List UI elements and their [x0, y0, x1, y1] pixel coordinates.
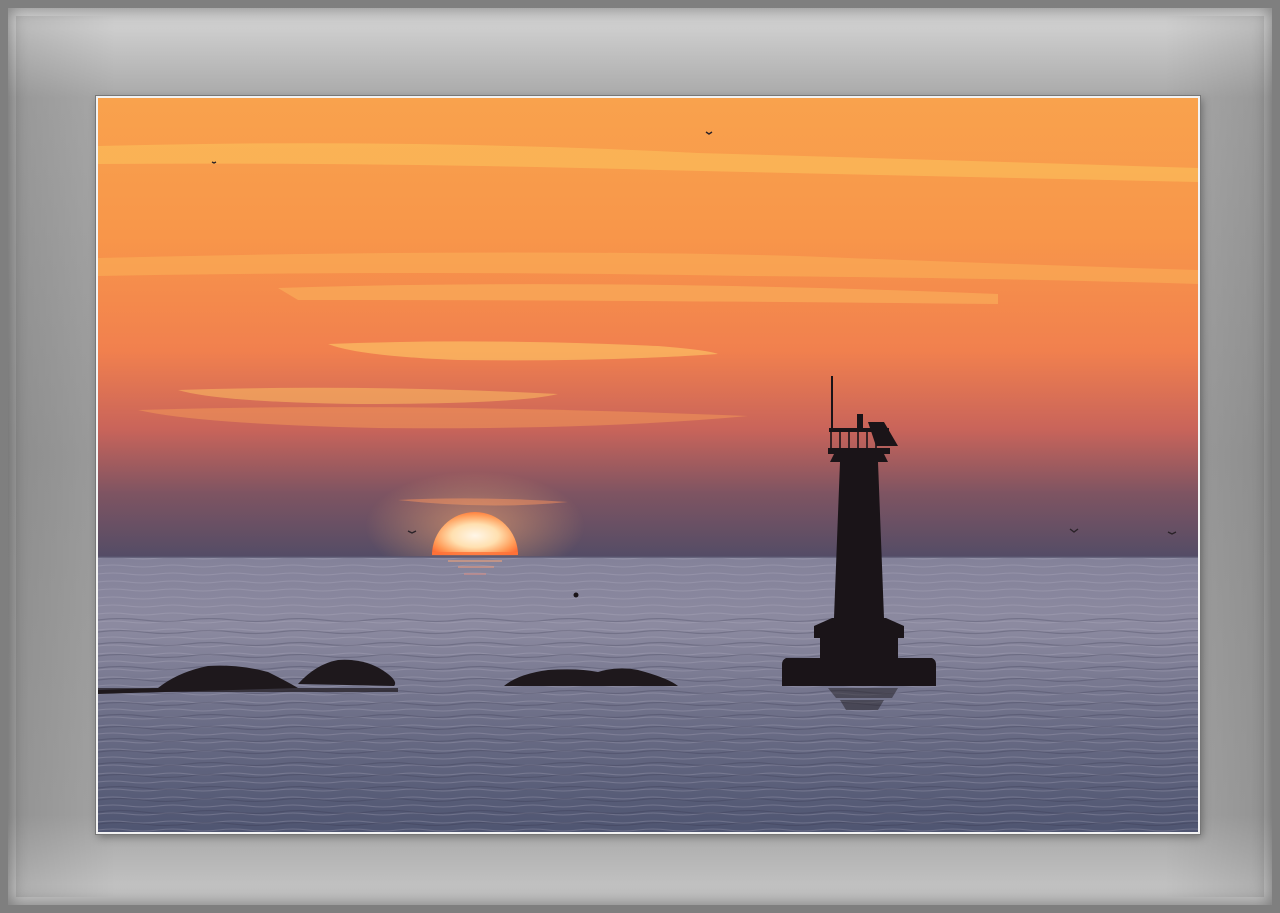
- picture-frame: [0, 0, 1280, 913]
- buoy: [573, 592, 579, 598]
- sunset-scene: [98, 98, 1198, 832]
- photo: [96, 96, 1200, 834]
